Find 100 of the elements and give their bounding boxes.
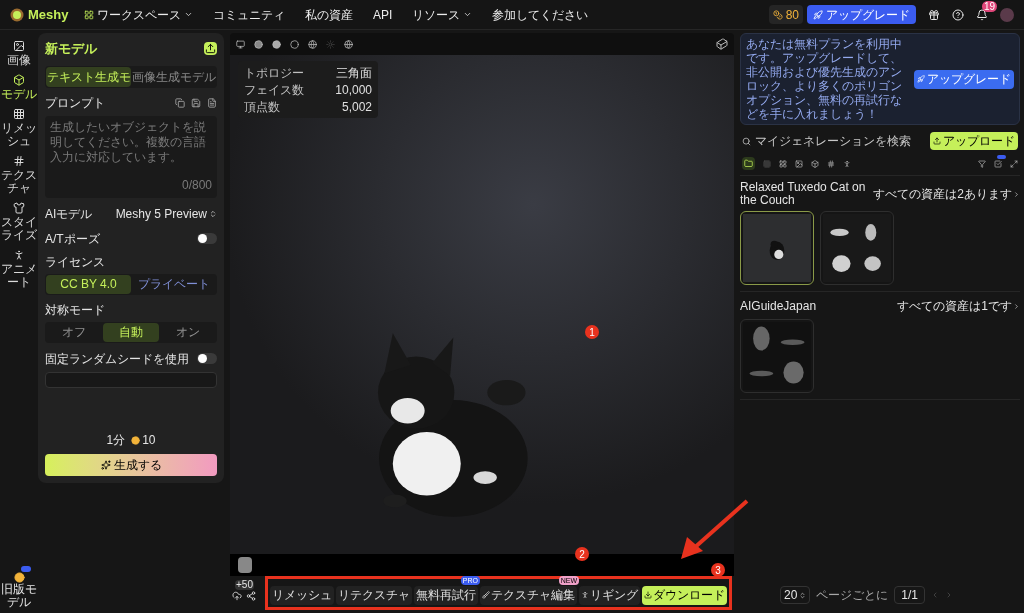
toggle-switch[interactable] [197, 233, 217, 244]
figure-icon[interactable] [843, 159, 851, 168]
prompt-field[interactable]: 生成したいオブジェクトを説明してください。複数の言語入力に対応しています。 0/800 [45, 115, 217, 198]
grid-icon [84, 9, 94, 20]
nav-link[interactable]: API [373, 5, 393, 24]
mode-tab[interactable]: テキスト生成モ [46, 66, 131, 87]
stat-label: フェイス数 [244, 81, 304, 99]
folder-icon[interactable] [742, 157, 755, 170]
grid-icon[interactable] [779, 159, 787, 168]
shaded-sphere-icon[interactable] [254, 39, 263, 49]
generate-button[interactable]: 生成する [45, 454, 217, 476]
rail-item[interactable]: 画像 [0, 40, 38, 67]
rail-item[interactable]: テクスチャ [0, 155, 38, 195]
model-select[interactable]: Meshy 5 Preview [115, 204, 217, 223]
upload-icon [933, 137, 941, 145]
history-thumbnail[interactable] [238, 557, 252, 573]
rail-item[interactable]: アニメート [0, 249, 38, 289]
hatch-icon[interactable] [827, 159, 835, 168]
notice-text: あなたは無料プランを利用中です。アップグレードして、非公開および優先生成のアンロック、より多くのポリゴンオプション、無料の再試行などを手に入れましょう！ [746, 37, 903, 121]
field-label: プロンプト [45, 94, 105, 112]
seed-field[interactable] [45, 371, 217, 388]
mode-tab[interactable]: 画像生成モデル [131, 66, 216, 87]
panel-title: 新モデル [45, 40, 97, 58]
upgrade-button[interactable]: アップグレード [807, 5, 916, 24]
stat-value: 10,000 [335, 81, 372, 99]
globe-icon[interactable] [344, 39, 353, 49]
gift-icon[interactable] [928, 8, 940, 21]
view-all-link[interactable]: すべての資産は1です [897, 297, 1020, 315]
action-button[interactable]: リギング [579, 585, 640, 605]
updown-icon [209, 209, 217, 218]
updown-icon [799, 591, 807, 599]
upload-icon[interactable] [204, 42, 217, 56]
bell-icon[interactable] [976, 8, 988, 21]
coin-icon [131, 435, 141, 445]
search-field[interactable]: マイジェネレーションを検索 [742, 132, 911, 150]
nav-link[interactable]: ワークスペース [84, 5, 193, 24]
wireframe-sphere-icon[interactable] [290, 39, 299, 49]
field-label: A/Tポーズ [45, 230, 100, 248]
action-button[interactable]: リテクスチャ [336, 585, 412, 605]
chevron-right-icon [1013, 302, 1020, 310]
symmetry-option[interactable]: 自動 [102, 322, 160, 342]
model-thumbnail[interactable] [820, 211, 894, 285]
rail-item[interactable]: スタイライズ [0, 202, 38, 242]
action-button[interactable]: テクスチャ編集 [480, 585, 577, 605]
nav-link[interactable]: 私の資産 [305, 5, 353, 24]
toggle-switch[interactable] [197, 353, 217, 364]
nav-link[interactable]: コミュニティ [213, 5, 285, 24]
license-option[interactable]: プライベート [131, 274, 216, 294]
rail-item[interactable]: モデル [0, 74, 38, 101]
help-icon[interactable] [952, 8, 964, 21]
sparkle-icon [100, 460, 111, 470]
brush-icon [482, 591, 490, 599]
annotation-marker: 2 [575, 547, 589, 561]
cost-label: 10 [131, 431, 156, 449]
page-field[interactable]: 1/1 [894, 586, 926, 604]
save-icon[interactable] [191, 97, 201, 108]
solid-sphere-icon[interactable] [272, 39, 281, 49]
logo-icon [10, 7, 24, 22]
hatch-icon [13, 155, 25, 167]
upgrade-button[interactable]: アップグレード [914, 69, 1014, 89]
nav-link[interactable]: 参加してください [492, 5, 589, 24]
view-all-link[interactable]: すべての資産は2あります [873, 185, 1020, 203]
share-icon[interactable] [246, 591, 256, 601]
document-icon[interactable] [207, 97, 217, 108]
notification-badge: 19 [982, 0, 998, 12]
nav-link[interactable]: リソース [412, 5, 473, 24]
action-button[interactable]: ダウンロード [642, 585, 727, 605]
upload-icon[interactable] [232, 591, 242, 601]
checkbox-icon[interactable] [994, 159, 1002, 168]
chevron-right-icon [1013, 190, 1020, 198]
filter-icon[interactable] [978, 159, 986, 168]
axis-cube-icon[interactable] [716, 38, 728, 50]
expand-icon[interactable] [1010, 159, 1018, 168]
credits-pill[interactable]: 80 [768, 5, 803, 24]
monitor-icon[interactable] [236, 39, 245, 49]
model-thumbnail[interactable] [740, 319, 814, 393]
field-label: AIモデル [45, 205, 93, 223]
upload-button[interactable]: アップロード [930, 132, 1018, 150]
stat-value: 5,002 [341, 98, 372, 116]
action-button[interactable]: 無料再試行 [414, 585, 478, 605]
pro-badge-icon [20, 566, 31, 572]
group-title: AIGuideJapan [740, 299, 817, 313]
per-page-select[interactable]: 20 [780, 586, 811, 604]
cube-icon[interactable] [811, 159, 819, 168]
image-icon[interactable] [795, 159, 803, 168]
copy-icon[interactable] [175, 97, 185, 108]
logo-text: Meshy [28, 5, 69, 24]
action-button[interactable]: リメッシュ [270, 585, 334, 605]
symmetry-option[interactable]: オン [159, 322, 216, 342]
license-option[interactable]: CC BY 4.0 [46, 274, 131, 294]
rail-item[interactable]: 旧版モデル [0, 583, 38, 609]
rail-item[interactable]: リメッシュ [0, 108, 38, 148]
coin-icon [13, 572, 25, 583]
texture-sphere-icon[interactable] [308, 39, 317, 49]
group-title: Relaxed Tuxedo Cat on the Couch [740, 181, 867, 207]
prompt-placeholder: 生成したいオブジェクトを説明してください。複数の言語入力に対応しています。 [50, 119, 207, 165]
model-thumbnail[interactable] [740, 211, 814, 285]
coin-icon [772, 9, 783, 20]
symmetry-option[interactable]: オフ [46, 322, 103, 342]
field-label: 固定ランダムシードを使用 [45, 350, 189, 368]
